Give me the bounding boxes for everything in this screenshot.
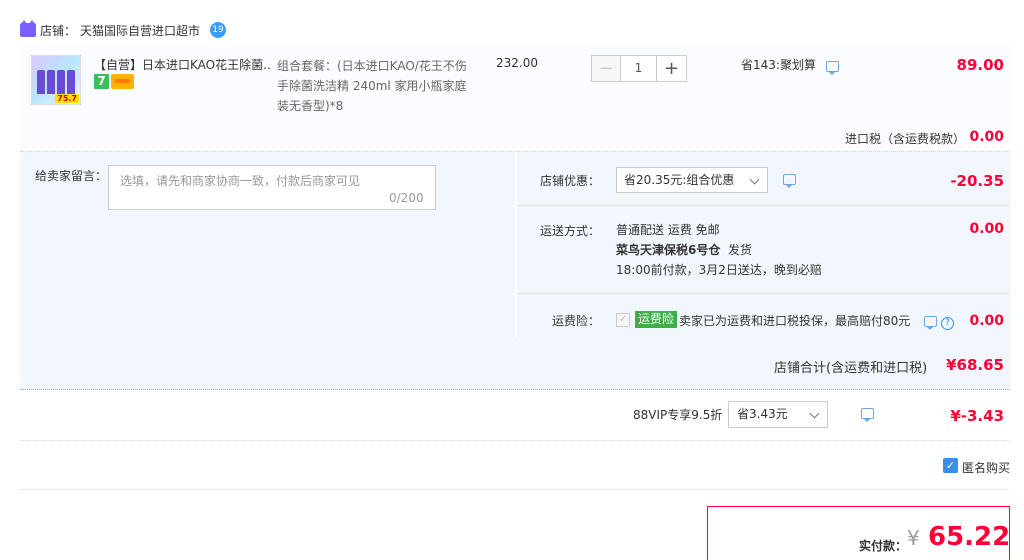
unit-price: 232.00 <box>496 56 538 70</box>
shop-total-value: ¥68.65 <box>946 356 1004 374</box>
credit-card-icon <box>111 74 134 89</box>
shipping-method: 普通配送 运费 免邮 <box>616 223 720 237</box>
wangwang-chat-icon[interactable]: 19 <box>210 22 227 38</box>
help-icon[interactable]: ? <box>940 317 954 330</box>
payment-label: 实付款： <box>859 539 908 553</box>
warehouse-name: 菜鸟天津保税6号仓 <box>616 243 721 257</box>
shop-total-label: 店铺合计(含运费和进口税) <box>774 361 928 376</box>
product-title-link[interactable]: 【自营】日本进口KAO花王除菌... <box>94 56 272 73</box>
insurance-value: 0.00 <box>969 313 1004 329</box>
vip-discount-value: ¥-3.43 <box>950 407 1004 425</box>
shipping-details: 普通配送 运费 免邮 菜鸟天津保税6号仓 发货 18:00前付款，3月2日送达，… <box>616 220 822 280</box>
message-placeholder: 选填，请先和商家协商一致，付款后商家可见 <box>120 174 361 188</box>
shop-name-link[interactable]: 天猫国际自营进口超市 <box>80 22 200 39</box>
coupon-selected-value: 省20.35元:组合优惠 <box>624 173 735 187</box>
message-char-count: 0/200 <box>389 191 424 205</box>
divider <box>517 205 1010 206</box>
coupon-value: -20.35 <box>950 172 1004 190</box>
anonymous-checkbox[interactable]: ✓ <box>943 458 958 473</box>
thumbnail-price-tag: 75.7 <box>55 94 79 103</box>
divider <box>20 440 1010 441</box>
item-discount-text: 省143:聚划算 <box>741 58 816 72</box>
vip-discount-select[interactable]: 省3.43元 <box>728 401 828 428</box>
coupon-info-icon[interactable] <box>783 174 796 188</box>
chevron-down-icon <box>809 408 820 419</box>
vip-info-icon[interactable] <box>860 408 874 422</box>
import-tax-label: 进口税（含运费税款） <box>845 132 966 146</box>
currency-symbol: ¥ <box>907 526 920 550</box>
vip-selected-value: 省3.43元 <box>737 407 788 421</box>
warehouse-suffix: 发货 <box>728 243 753 257</box>
insurance-tag: 运费险 <box>635 311 678 328</box>
shipping-label: 运送方式： <box>539 224 600 238</box>
shipping-value: 0.00 <box>969 221 1004 237</box>
insurance-description: 卖家已为运费和进口税投保，最高赔付80元 ? <box>679 312 954 330</box>
chevron-down-icon <box>749 174 760 185</box>
coupon-select[interactable]: 省20.35元:组合优惠 <box>616 167 768 193</box>
divider <box>517 293 1010 294</box>
vip-discount-label: 88VIP专享9.5折 <box>633 408 723 422</box>
seven-day-return-icon: 7 <box>94 74 109 89</box>
quantity-input[interactable]: 1 <box>621 55 657 82</box>
shop-label: 店铺： <box>40 23 77 38</box>
discount-info-icon[interactable] <box>825 61 839 75</box>
insurance-text: 卖家已为运费和进口税投保，最高赔付80元 <box>679 314 911 328</box>
import-tax-value: 0.00 <box>969 129 1004 145</box>
product-sku: 组合套餐：(日本进口KAO/花王不伤手除菌洗洁精 240ml 家用小瓶家庭装无香… <box>277 59 467 113</box>
decrease-quantity-button[interactable]: − <box>591 55 621 82</box>
delivery-estimate: 18:00前付款，3月2日送达，晚到必赔 <box>616 263 822 277</box>
insurance-chat-icon[interactable] <box>924 316 938 330</box>
divider <box>20 489 1010 490</box>
shop-header: 店铺： 天猫国际自营进口超市 19 <box>20 20 227 39</box>
payment-total: 65.22 <box>928 522 1011 552</box>
item-amount: 89.00 <box>956 56 1004 74</box>
item-discount: 省143:聚划算 <box>741 56 839 75</box>
coupon-label: 店铺优惠： <box>539 174 600 188</box>
tmall-shop-icon <box>20 20 36 37</box>
insurance-checkbox[interactable]: ✓ <box>616 313 630 327</box>
quantity-stepper: − 1 + <box>591 55 687 82</box>
anonymous-label[interactable]: 匿名购买 <box>962 459 1010 476</box>
message-label: 给卖家留言： <box>35 169 108 183</box>
increase-quantity-button[interactable]: + <box>657 55 687 82</box>
product-thumbnail[interactable]: 75.7 <box>31 55 81 105</box>
insurance-label: 运费险： <box>551 314 600 328</box>
